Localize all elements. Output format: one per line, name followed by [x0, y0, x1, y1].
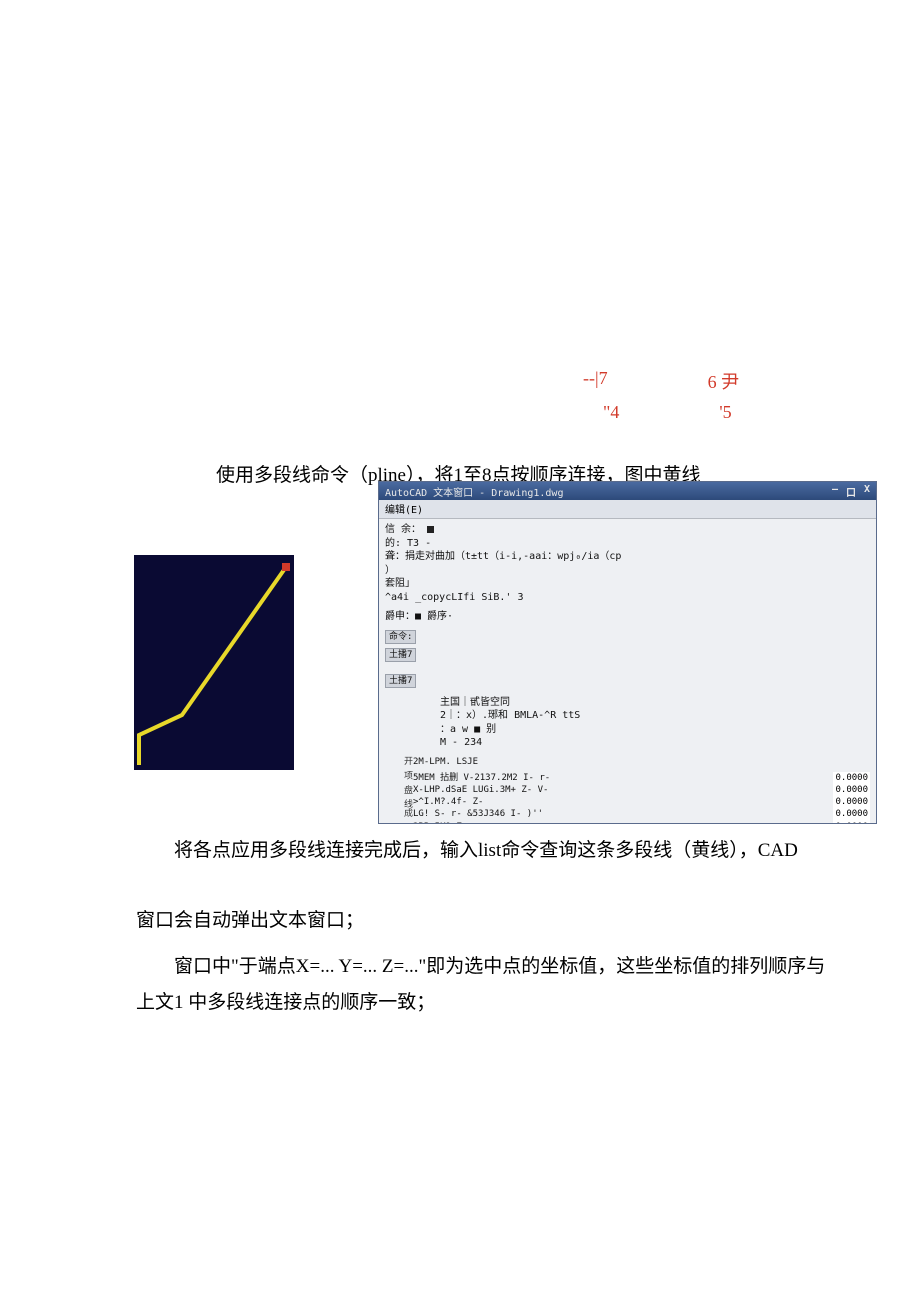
cad-coord-text: X-LHP.dSaE LUGi.3M+ Z- V- [413, 784, 548, 796]
autocad-text-window: AutoCAD 文本窗口 - Drawing1.dwg — 口 X 编辑(E) … [378, 481, 877, 824]
cad-center-4: M - 234 [440, 736, 870, 750]
point-5-label: '5 [719, 402, 731, 423]
cad-center-1: 主国｜甙皆空同 [440, 696, 870, 710]
cad-coord-row: X-LHP.dSaE LUGi.3M+ Z- V- 0.0000 [413, 784, 870, 796]
polyline-path [139, 567, 286, 765]
cad-sub2: 套阻」 [385, 577, 870, 591]
cad-coord-row: 5MEM 拈删 V-2137.2M2 I- r- 0.0000 [413, 772, 870, 784]
cad-menu-bar: 编辑(E) [379, 500, 876, 519]
cad-coord-z: 0.0000 [833, 772, 870, 784]
cad-row-header: 2M-LPM. LSJE [413, 756, 870, 768]
polyline-svg [134, 555, 294, 770]
cad-coord-row: LG! S- r- &53J346 I- )'' 0.0000 [413, 808, 870, 820]
cad-copy-desc: 聋：捐走对曲加（t±tt（i-i,-aai：wpj₀/ia（cp [385, 550, 870, 564]
polyline-endpoint-marker [282, 563, 290, 571]
square-icon [427, 526, 434, 533]
cad-coord-z: 0.0000 [833, 808, 870, 820]
cad-center-block: 主国｜甙皆空同 2｜：x）.琊和 BMLA-^R ttS ：a w ■ 别 M … [440, 696, 870, 750]
polyline-thumbnail [134, 555, 294, 770]
cad-coord-text: 5MEM 拈删 V-2137.2M2 I- r- [413, 772, 550, 784]
cad-copycl: ^a4i _copycLIfi SiB.' 3 [385, 591, 870, 605]
point-labels-block: --|7 6 尹 "4 '5 [583, 368, 739, 431]
cad-cmd-line: 信 余： [385, 523, 870, 537]
point-6-label: 6 尹 [708, 368, 740, 394]
cad-sub1: ） [385, 564, 870, 578]
paragraph-list-b: 窗口会自动弹出文本窗口； [136, 903, 836, 939]
point-7-label: --|7 [583, 368, 608, 394]
document-page: --|7 6 尹 "4 '5 使用多段线命令（pline），将1至8点按顺序连接… [0, 0, 920, 1302]
cad-coord-text: >^I.M?.4f- Z- [413, 796, 483, 808]
cad-coord-row: 3BB.5K9 Z- 0.0000 [413, 821, 870, 824]
cad-coord-list: 5MEM 拈删 V-2137.2M2 I- r-0.0000X-LHP.dSaE… [413, 772, 870, 824]
cad-t3-line: 的: T3 - [385, 537, 870, 551]
cad-coord-z: 0.0000 [833, 796, 870, 808]
cad-window-title: AutoCAD 文本窗口 - Drawing1.dwg [385, 484, 563, 499]
cad-center-2: 2｜：x）.琊和 BMLA-^R ttS [440, 709, 870, 723]
cad-coord-text: LG! S- r- &53J346 I- )'' [413, 808, 543, 820]
cad-center-3: ：a w ■ 别 [440, 723, 870, 737]
cad-coord-z: 0.0000 [833, 821, 870, 824]
maximize-button[interactable]: 口 [846, 484, 856, 499]
cad-pause: 爵申：■ 爵序· [385, 610, 870, 624]
close-button[interactable]: X [864, 484, 870, 499]
paragraph-endpoint: 窗口中"于端点X=... Y=... Z=..."即为选中点的坐标值，这些坐标值… [136, 949, 836, 1021]
cad-vertical-label: 开 项 盘 线成 足 [385, 756, 413, 824]
cad-side-button-2[interactable]: 土播7 [385, 674, 416, 688]
cad-text-body: 信 余： 的: T3 - 聋：捐走对曲加（t±tt（i-i,-aai：wpj₀/… [379, 519, 876, 824]
cad-side-button-1[interactable]: 土播7 [385, 648, 416, 662]
cad-titlebar: AutoCAD 文本窗口 - Drawing1.dwg — 口 X [379, 482, 876, 500]
cad-coord-text: 3BB.5K9 Z- [413, 821, 467, 824]
point-4-label: "4 [603, 402, 619, 423]
cad-cmd-button[interactable]: 命令: [385, 630, 416, 644]
minimize-button[interactable]: — [832, 484, 838, 499]
paragraph-list-a: 将各点应用多段线连接完成后，输入list命令查询这条多段线（黄线），CAD [136, 833, 836, 869]
cad-edit-menu[interactable]: 编辑(E) [385, 505, 423, 516]
cad-coord-z: 0.0000 [833, 784, 870, 796]
cad-coord-row: >^I.M?.4f- Z- 0.0000 [413, 796, 870, 808]
